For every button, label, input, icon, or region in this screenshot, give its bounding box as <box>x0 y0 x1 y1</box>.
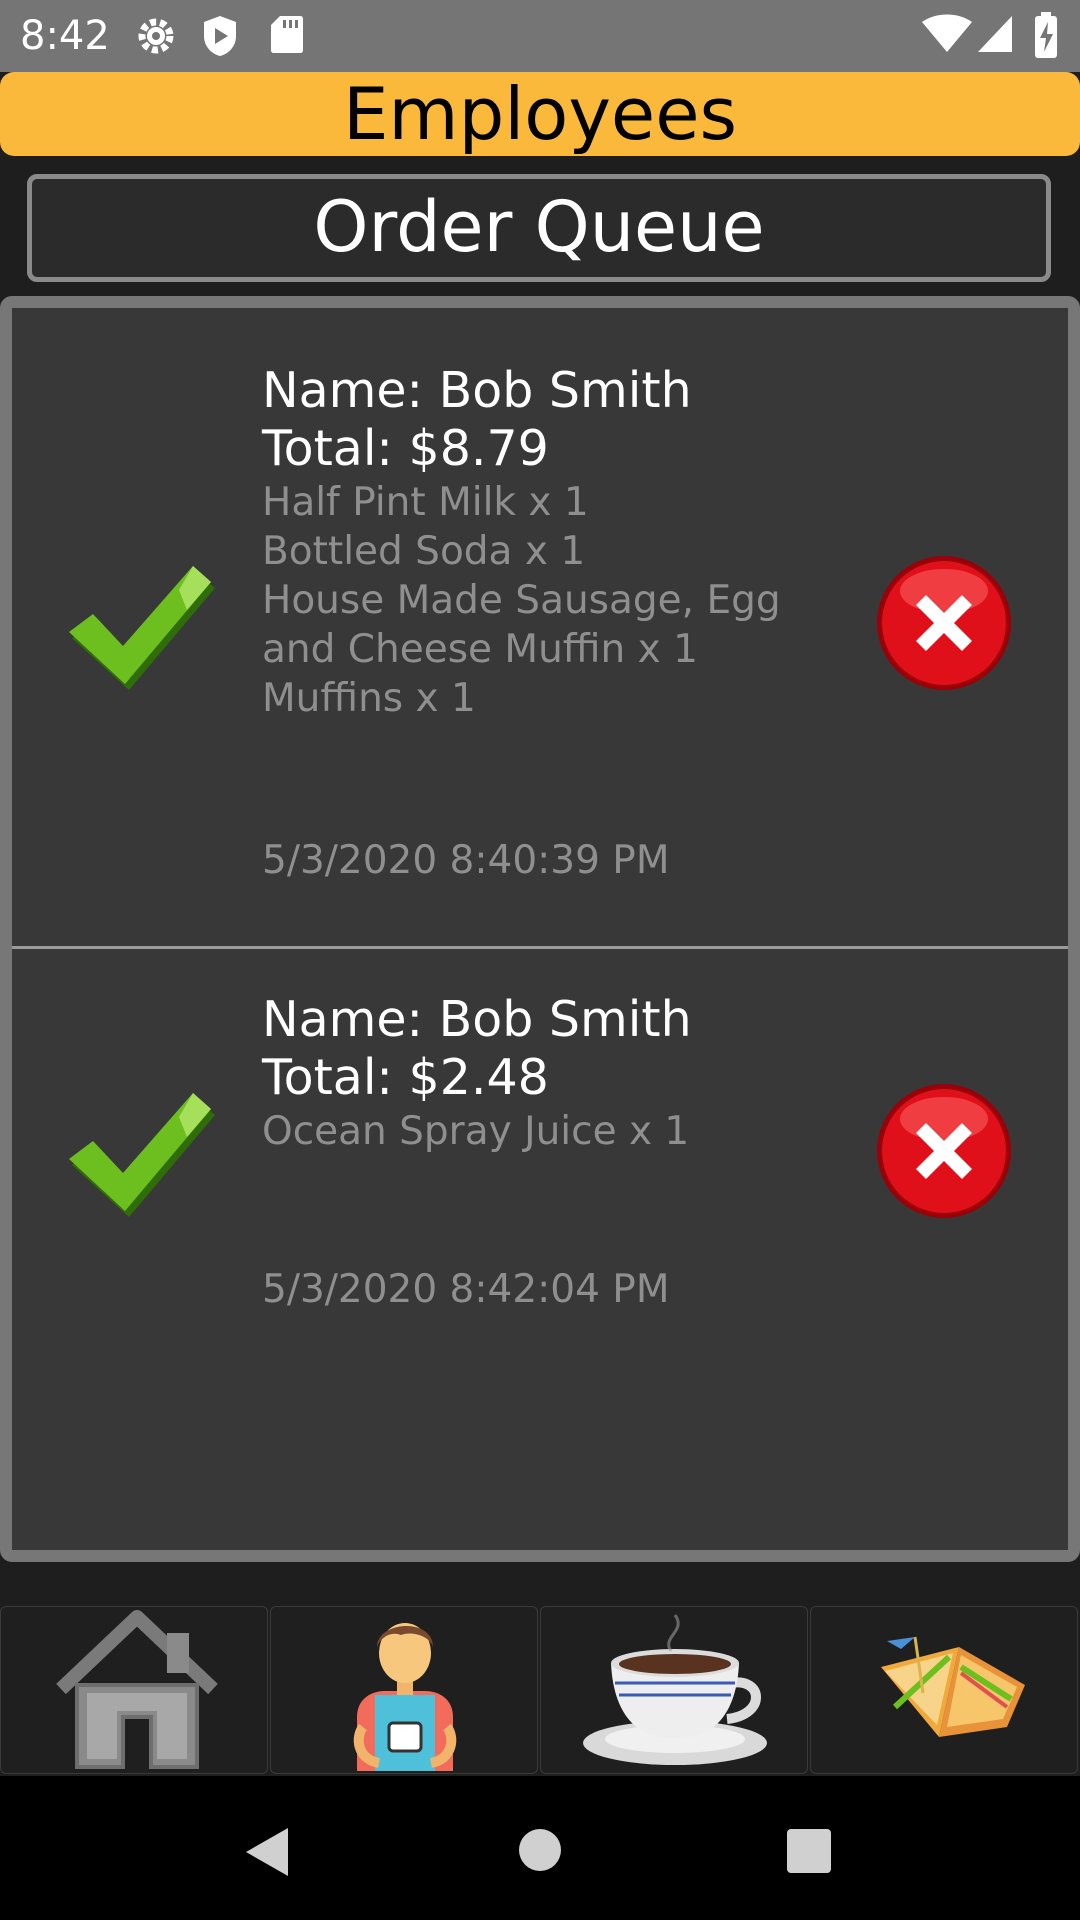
back-icon[interactable] <box>244 1826 290 1878</box>
nav-home-button[interactable] <box>0 1606 268 1774</box>
order-details: Name: Bob Smith Total: $2.48 Ocean Spray… <box>262 991 822 1156</box>
order-item: Name: Bob Smith Total: $8.79 Half Pint M… <box>12 308 1068 949</box>
accept-check-icon[interactable] <box>67 1087 217 1237</box>
page-title: Employees <box>342 72 738 156</box>
order-name: Name: Bob Smith <box>262 362 692 419</box>
signal-icon <box>978 16 1012 52</box>
order-total: Total: $8.79 <box>262 420 549 477</box>
order-line-item: and Cheese Muffin x 1 <box>262 627 698 672</box>
order-details: Name: Bob Smith Total: $8.79 Half Pint M… <box>262 362 822 723</box>
bottom-navigation <box>0 1606 1080 1776</box>
order-queue-button[interactable]: Order Queue <box>27 174 1051 282</box>
home-icon <box>56 1610 218 1769</box>
wifi-icon <box>922 14 972 52</box>
status-bar: 8:42 <box>0 0 1080 72</box>
sd-card-icon <box>271 16 303 53</box>
reject-x-icon[interactable] <box>874 1081 1014 1221</box>
order-line-item: Ocean Spray Juice x 1 <box>262 1109 690 1154</box>
nav-drinks-button[interactable] <box>540 1606 808 1774</box>
shield-play-icon <box>204 16 236 56</box>
status-time: 8:42 <box>20 13 110 59</box>
nav-employee-button[interactable] <box>270 1606 538 1774</box>
order-timestamp: 5/3/2020 8:42:04 PM <box>262 1267 670 1312</box>
settings-icon <box>138 18 174 54</box>
order-timestamp: 5/3/2020 8:40:39 PM <box>262 838 670 883</box>
order-queue-label: Order Queue <box>313 186 765 268</box>
battery-icon <box>1035 12 1057 58</box>
recents-icon[interactable] <box>786 1828 832 1874</box>
order-line-item: Half Pint Milk x 1 <box>262 480 589 525</box>
order-item: Name: Bob Smith Total: $2.48 Ocean Spray… <box>12 949 1068 1549</box>
order-total: Total: $2.48 <box>262 1049 549 1106</box>
system-navigation-bar <box>0 1776 1080 1920</box>
employee-icon <box>353 1623 457 1771</box>
coffee-cup-icon <box>583 1614 767 1765</box>
sandwich-icon <box>881 1636 1025 1737</box>
order-name: Name: Bob Smith <box>262 991 692 1048</box>
accept-check-icon[interactable] <box>67 560 217 710</box>
order-line-item: Muffins x 1 <box>262 676 476 721</box>
order-line-item: House Made Sausage, Egg <box>262 578 781 623</box>
order-list[interactable]: Name: Bob Smith Total: $8.79 Half Pint M… <box>0 296 1080 1562</box>
nav-food-button[interactable] <box>810 1606 1078 1774</box>
order-line-item: Bottled Soda x 1 <box>262 529 586 574</box>
app-header: Employees <box>0 72 1080 156</box>
reject-x-icon[interactable] <box>874 553 1014 693</box>
home-circle-icon[interactable] <box>518 1828 562 1872</box>
